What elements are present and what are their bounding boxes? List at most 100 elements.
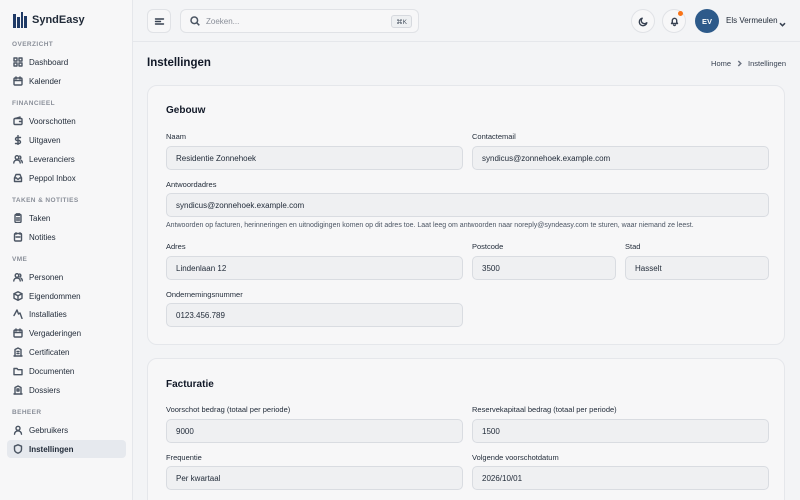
sidebar-item-label: Dossiers	[29, 385, 61, 395]
sidebar-item-label: Vergaderingen	[29, 328, 82, 338]
volgende-voorschotdatum-field[interactable]: 2026/10/01	[472, 466, 769, 490]
sidebar-item-certificaten[interactable]: Certificaten	[7, 343, 126, 361]
sidebar-item-label: Dashboard	[29, 57, 69, 67]
ondernemingsnummer-field[interactable]: 0123.456.789	[166, 303, 463, 327]
nav-section-title: FINANCIEEL	[12, 100, 55, 107]
wallet-icon	[13, 116, 23, 126]
sidebar-item-documenten[interactable]: Documenten	[7, 362, 126, 380]
sidebar-item-gebruikers[interactable]: Gebruikers	[7, 421, 126, 439]
brand-name: SyndEasy	[32, 14, 85, 26]
chevron-down-icon[interactable]	[778, 16, 787, 27]
sidebar-item-label: Uitgaven	[29, 135, 61, 145]
search-input[interactable]: Zoeken... ⌘K	[180, 9, 419, 33]
sidebar-item-label: Leveranciers	[29, 154, 75, 164]
shield-icon	[13, 444, 23, 454]
search-icon	[190, 16, 200, 26]
card-title: Gebouw	[166, 105, 206, 116]
dollar-icon	[13, 135, 23, 145]
sidebar-item-eigendommen[interactable]: Eigendommen	[7, 287, 126, 305]
sidebar-item-instellingen[interactable]: Instellingen	[7, 440, 126, 458]
breadcrumb-current: Instellingen	[748, 59, 786, 68]
naam-field[interactable]: Residentie Zonnehoek	[166, 146, 463, 170]
search-placeholder: Zoeken...	[206, 16, 240, 26]
brand-logo-icon	[13, 12, 27, 28]
grid-icon	[13, 57, 23, 67]
bolt-icon	[13, 309, 23, 319]
sidebar-item-label: Instellingen	[29, 444, 74, 454]
sidebar-item-leveranciers[interactable]: Leveranciers	[7, 150, 126, 168]
sidebar-item-label: Kalender	[29, 76, 62, 86]
page-title: Instellingen	[147, 57, 211, 69]
sidebar-item-taken[interactable]: Taken	[7, 209, 126, 227]
note-icon	[13, 232, 23, 242]
reservekapitaal-field[interactable]: 1500	[472, 419, 769, 443]
postcode-field[interactable]: 3500	[472, 256, 616, 280]
sidebar-item-label: Taken	[29, 213, 51, 223]
facturatie-card: Facturatie Voorschot bedrag (totaal per …	[147, 358, 785, 500]
sidebar-item-personen[interactable]: Personen	[7, 268, 126, 286]
sidebar-item-kalender[interactable]: Kalender	[7, 72, 126, 90]
frequentie-label: Frequentie	[166, 453, 202, 462]
sidebar-item-label: Notities	[29, 232, 56, 242]
sidebar-item-label: Personen	[29, 272, 64, 282]
theme-toggle-button[interactable]	[631, 9, 655, 33]
contactemail-label: Contactemail	[472, 132, 516, 141]
bell-icon	[670, 17, 678, 26]
antwoordadres-hint: Antwoorden op facturen, herinneringen en…	[166, 222, 694, 229]
sidebar-item-uitgaven[interactable]: Uitgaven	[7, 131, 126, 149]
nav-section-title: BEHEER	[12, 409, 42, 416]
adres-field[interactable]: Lindenlaan 12	[166, 256, 463, 280]
naam-label: Naam	[166, 132, 187, 141]
people-icon	[13, 272, 23, 282]
users-icon	[13, 154, 23, 164]
sidebar-item-label: Certificaten	[29, 347, 70, 357]
sidebar-item-notities[interactable]: Notities	[7, 228, 126, 246]
clipboard-icon	[13, 213, 23, 223]
box-icon	[13, 291, 23, 301]
card-title: Facturatie	[166, 379, 214, 390]
antwoordadres-field[interactable]: syndicus@zonnehoek.example.com	[166, 193, 769, 217]
nav-section-title: VME	[12, 256, 28, 263]
sidebar-item-dossiers[interactable]: Dossiers	[7, 381, 126, 399]
notifications-button[interactable]	[662, 9, 686, 33]
sidebar-item-peppol-inbox[interactable]: Peppol Inbox	[7, 169, 126, 187]
breadcrumb: Home Instellingen	[711, 59, 786, 68]
breadcrumb-home[interactable]: Home	[711, 59, 731, 68]
menu-icon	[154, 17, 164, 25]
sidebar-item-dashboard[interactable]: Dashboard	[7, 53, 126, 71]
sidebar-item-voorschotten[interactable]: Voorschotten	[7, 112, 126, 130]
calendar-check-icon	[13, 328, 23, 338]
certificate-icon	[13, 347, 23, 357]
user-icon	[13, 425, 23, 435]
menu-toggle-button[interactable]	[147, 9, 171, 33]
sidebar-item-installaties[interactable]: Installaties	[7, 305, 126, 323]
user-name[interactable]: Els Vermeulen	[726, 16, 778, 25]
sidebar-item-label: Installaties	[29, 309, 67, 319]
search-shortcut-badge: ⌘K	[391, 15, 412, 28]
sidebar-item-label: Voorschotten	[29, 116, 76, 126]
topbar: Zoeken... ⌘K EV Els Vermeulen	[133, 0, 800, 42]
inbox-icon	[13, 173, 23, 183]
stad-field[interactable]: Hasselt	[625, 256, 769, 280]
avatar[interactable]: EV	[695, 9, 719, 33]
sidebar-item-label: Gebruikers	[29, 425, 69, 435]
volgende-voorschotdatum-label: Volgende voorschotdatum	[472, 453, 559, 462]
sidebar-item-label: Peppol Inbox	[29, 173, 76, 183]
voorschot-bedrag-field[interactable]: 9000	[166, 419, 463, 443]
sidebar-item-vergaderingen[interactable]: Vergaderingen	[7, 324, 126, 342]
notification-dot	[678, 11, 683, 16]
brand[interactable]: SyndEasy	[13, 10, 85, 30]
sidebar-item-label: Eigendommen	[29, 291, 81, 301]
voorschot-bedrag-label: Voorschot bedrag (totaal per periode)	[166, 405, 291, 414]
dossier-icon	[13, 385, 23, 395]
postcode-label: Postcode	[472, 242, 504, 251]
antwoordadres-label: Antwoordadres	[166, 180, 217, 189]
calendar-icon	[13, 76, 23, 86]
contactemail-field[interactable]: syndicus@zonnehoek.example.com	[472, 146, 769, 170]
adres-label: Adres	[166, 242, 186, 251]
reservekapitaal-label: Reservekapitaal bedrag (totaal per perio…	[472, 405, 617, 414]
ondernemingsnummer-label: Ondernemingsnummer	[166, 290, 243, 299]
nav-section-title: OVERZICHT	[12, 41, 54, 48]
chevron-right-icon	[737, 60, 742, 67]
frequentie-select[interactable]: Per kwartaal	[166, 466, 463, 490]
